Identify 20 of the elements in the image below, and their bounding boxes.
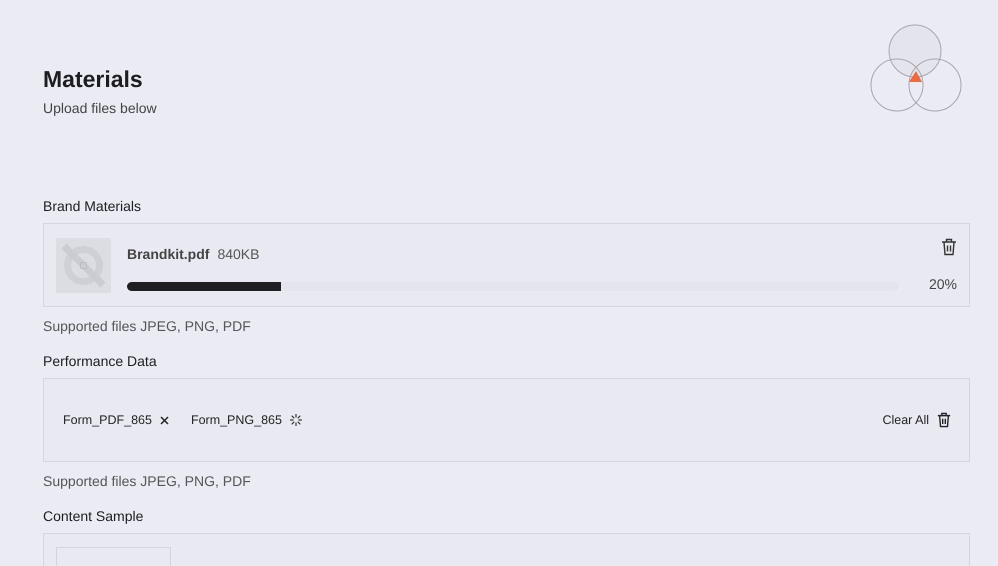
section-label: Brand Materials bbox=[43, 198, 142, 214]
supported-files-hint: Supported files JPEG, PNG, PDF bbox=[43, 318, 252, 334]
venn-logo-icon bbox=[870, 24, 964, 112]
page-subtitle: Upload files below bbox=[43, 100, 157, 116]
file-size: 840KB bbox=[217, 246, 260, 262]
close-icon[interactable] bbox=[160, 416, 169, 424]
section-label: Performance Data bbox=[43, 353, 158, 369]
file-thumbnail-icon bbox=[56, 238, 111, 292]
clear-all-button[interactable]: Clear All bbox=[882, 412, 951, 428]
file-name: Brandkit.pdf bbox=[127, 246, 210, 262]
trash-icon bbox=[937, 412, 951, 428]
section-label: Content Sample bbox=[43, 508, 144, 524]
progress-percent: 20% bbox=[928, 276, 957, 292]
supported-files-hint: Supported files JPEG, PNG, PDF bbox=[43, 473, 252, 489]
spinner-icon bbox=[290, 414, 302, 426]
page-title: Materials bbox=[43, 66, 144, 93]
delete-button[interactable] bbox=[941, 238, 957, 256]
file-chip[interactable]: Form_PDF_865 bbox=[63, 413, 169, 427]
file-chip[interactable]: Form_PNG_865 bbox=[190, 413, 302, 427]
trash-icon bbox=[941, 238, 957, 256]
